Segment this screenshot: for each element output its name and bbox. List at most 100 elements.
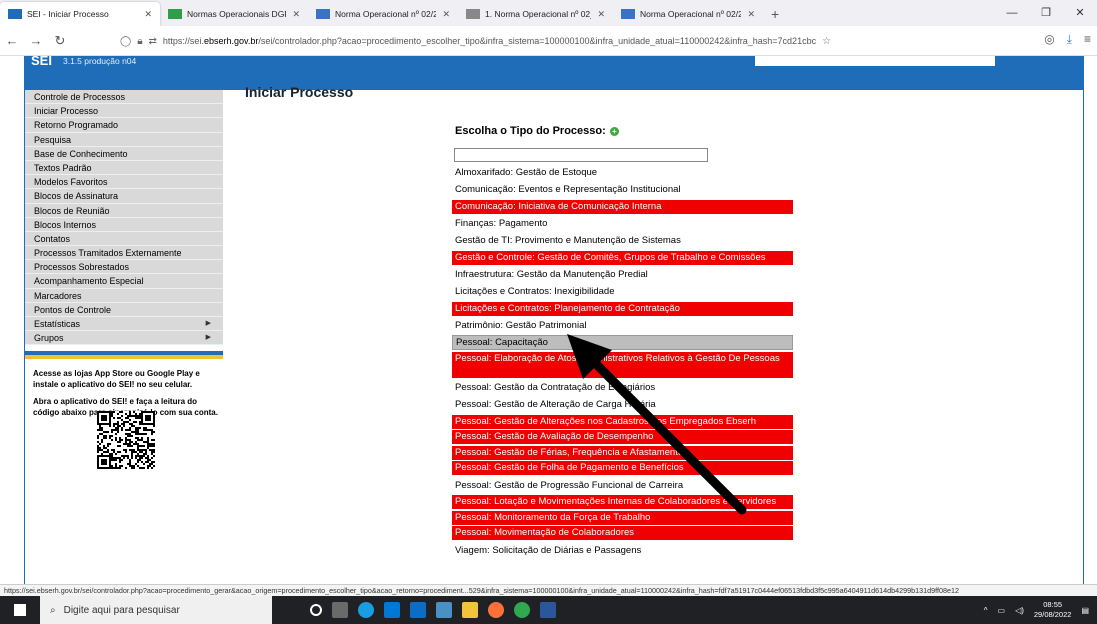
sidebar-item[interactable]: Blocos Internos	[25, 218, 223, 232]
submenu-arrow-icon: ▶	[205, 320, 211, 327]
explorer-icon[interactable]	[462, 602, 478, 618]
sidebar-item[interactable]: Marcadores	[25, 289, 223, 303]
tipo-processo-item[interactable]: Pessoal: Gestão de Alteração de Carga Ho…	[452, 396, 793, 413]
firefox-icon[interactable]	[488, 602, 504, 618]
tipo-processo-item[interactable]: Pessoal: Gestão de Férias, Frequência e …	[452, 445, 793, 460]
browser-tab[interactable]: Norma Operacional nº 02/2014 ✕	[308, 2, 458, 26]
tab-close-icon[interactable]: ✕	[597, 9, 605, 20]
back-icon[interactable]: ←	[0, 33, 24, 48]
tab-close-icon[interactable]: ✕	[747, 9, 755, 20]
sidebar-item-label: Pontos de Controle	[34, 304, 112, 315]
sei-logo[interactable]: SEI	[31, 54, 52, 74]
tipo-processo-item[interactable]: Licitações e Contratos: Planejamento de …	[452, 301, 793, 316]
tipo-processo-filter-input[interactable]	[454, 148, 708, 162]
sidebar-item[interactable]: Controle de Processos	[25, 90, 223, 105]
calculator-icon[interactable]	[436, 602, 452, 618]
tipo-processo-item[interactable]: Pessoal: Movimentação de Colaboradores	[452, 526, 793, 540]
tipo-processo-heading: Escolha o Tipo do Processo: +	[455, 125, 619, 137]
pocket-icon[interactable]: ◎	[1044, 32, 1054, 47]
sidebar-item[interactable]: Iniciar Processo	[25, 104, 223, 119]
chrome-icon[interactable]	[514, 602, 530, 618]
plus-circle-icon[interactable]: +	[609, 126, 619, 136]
sidebar-item[interactable]: Contatos	[25, 232, 223, 247]
tipo-processo-item[interactable]: Finanças: Pagamento	[452, 215, 793, 232]
tipo-processo-item[interactable]: Pessoal: Capacitação	[452, 335, 793, 350]
volume-icon[interactable]: ◁)	[1015, 606, 1024, 615]
tipo-processo-item[interactable]: Pessoal: Gestão de Folha de Pagamento e …	[452, 461, 793, 475]
browser-tab[interactable]: Normas Operacionais DGP - Int ✕	[160, 2, 308, 26]
shield-icon: ◯	[120, 35, 132, 47]
tab-close-icon[interactable]: ✕	[144, 9, 152, 20]
tab-favicon-icon	[8, 9, 22, 19]
windows-start-icon[interactable]	[0, 596, 40, 624]
taskbar-search[interactable]: ⌕ Digite aqui para pesquisar	[40, 596, 272, 624]
new-tab-button[interactable]: +	[763, 2, 787, 26]
sidebar-item[interactable]: Textos Padrão	[25, 161, 223, 176]
task-view-icon[interactable]	[310, 604, 322, 616]
tipo-processo-item[interactable]: Pessoal: Lotação e Movimentações Interna…	[452, 495, 793, 509]
sidebar-item-label: Contatos	[34, 233, 71, 244]
taskbar-apps	[310, 602, 556, 618]
tipo-processo-item[interactable]: Patrimônio: Gestão Patrimonial	[452, 317, 793, 334]
tipo-processo-item[interactable]: Pessoal: Gestão da Contratação de Estagi…	[452, 379, 793, 396]
clock-date: 29/08/2022	[1033, 610, 1072, 619]
tipo-processo-item[interactable]: Pessoal: Monitoramento da Força de Traba…	[452, 510, 793, 525]
browser-tab[interactable]: 1. Norma Operacional nº 02_2014 - | ✕	[458, 2, 613, 26]
tipo-processo-item[interactable]: Infraestrutura: Gestão da Manutenção Pre…	[452, 266, 793, 283]
tipo-processo-item[interactable]: Gestão de TI: Provimento e Manutenção de…	[452, 232, 793, 249]
tipo-processo-item[interactable]: Pessoal: Gestão de Progressão Funcional …	[452, 477, 793, 494]
tab-favicon-icon	[316, 9, 330, 19]
tipo-processo-item[interactable]: Comunicação: Iniciativa de Comunicação I…	[452, 199, 793, 214]
tipo-processo-item[interactable]: Licitações e Contratos: Inexigibilidade	[452, 283, 793, 300]
widgets-icon[interactable]	[332, 602, 348, 618]
sidebar-item[interactable]: Pesquisa	[25, 133, 223, 147]
word-icon[interactable]	[540, 602, 556, 618]
url-bar[interactable]: ◯ 🔒︎ ⇄ https://sei. ebserh.gov.br/sei/con…	[120, 30, 970, 52]
sidebar-item-label: Acompanhamento Especial	[34, 276, 144, 287]
mail-icon[interactable]	[410, 602, 426, 618]
network-icon[interactable]: ▭	[998, 606, 1006, 615]
tipo-processo-item[interactable]: Comunicação: Eventos e Representação Ins…	[452, 181, 793, 198]
sidebar-item[interactable]: Blocos de Assinatura	[25, 189, 223, 204]
tipo-processo-item[interactable]: Viagem: Solicitação de Diárias e Passage…	[452, 542, 793, 559]
browser-tab[interactable]: Norma Operacional nº 02/2014 ✕	[613, 2, 763, 26]
tray-chevron-icon[interactable]: ^	[984, 606, 988, 615]
downloads-icon[interactable]: ⤓	[1067, 32, 1072, 47]
maximize-icon[interactable]: ❐	[1029, 0, 1063, 26]
sidebar-item[interactable]: Grupos ▶	[25, 331, 223, 346]
close-window-icon[interactable]: ✕	[1063, 0, 1097, 26]
sidebar-item[interactable]: Pontos de Controle	[25, 303, 223, 317]
sei-header: SEI 3.1.5 produção n04	[25, 54, 1083, 90]
tab-close-icon[interactable]: ✕	[442, 9, 450, 20]
notifications-icon[interactable]: ▤	[1081, 606, 1089, 615]
sidebar-item-label: Estatísticas	[34, 319, 81, 329]
sidebar-item[interactable]: Estatísticas ▶	[25, 317, 223, 332]
sidebar-item[interactable]: Blocos de Reunião	[25, 204, 223, 218]
submenu-arrow-icon: ▶	[205, 334, 211, 342]
sidebar-item[interactable]: Base de Conhecimento	[25, 147, 223, 161]
menu-icon[interactable]: ≡	[1084, 32, 1091, 47]
tipo-processo-item[interactable]: Almoxarifado: Gestão de Estoque	[452, 164, 793, 181]
browser-tab[interactable]: SEI - Iniciar Processo ✕	[0, 2, 160, 26]
forward-icon[interactable]: →	[24, 33, 48, 48]
sidebar: Controle de Processos Iniciar Processo Ret…	[25, 90, 223, 584]
sidebar-item[interactable]: Processos Sobrestados	[25, 260, 223, 275]
tipo-processo-item[interactable]: Pessoal: Gestão de Avaliação de Desempen…	[452, 430, 793, 444]
clock[interactable]: 08:55 29/08/2022	[1034, 600, 1072, 620]
tipo-processo-item[interactable]: Pessoal: Gestão de Alterações nos Cadast…	[452, 414, 793, 429]
tipo-processo-item[interactable]: Gestão e Controle: Gestão de Comitês, Gr…	[452, 250, 793, 265]
sidebar-item[interactable]: Acompanhamento Especial	[25, 274, 223, 289]
bookmark-star-icon[interactable]: ☆	[822, 36, 831, 47]
tipo-processo-item[interactable]: Pessoal: Elaboração de Atos Administrati…	[452, 351, 793, 378]
sidebar-item[interactable]: Modelos Favoritos	[25, 175, 223, 190]
reload-icon[interactable]: ↻	[48, 33, 72, 49]
sidebar-item[interactable]: Retorno Programado	[25, 118, 223, 133]
sidebar-item-label: Processos Sobrestados	[34, 262, 130, 273]
store-icon[interactable]	[384, 602, 400, 618]
tab-close-icon[interactable]: ✕	[292, 9, 300, 20]
sidebar-item[interactable]: Processos Tramitados Externamente	[25, 246, 223, 261]
edge-icon[interactable]	[358, 602, 374, 618]
tab-favicon-icon	[621, 9, 635, 19]
minimize-icon[interactable]: —	[995, 0, 1029, 26]
sei-search-input[interactable]	[755, 56, 995, 66]
